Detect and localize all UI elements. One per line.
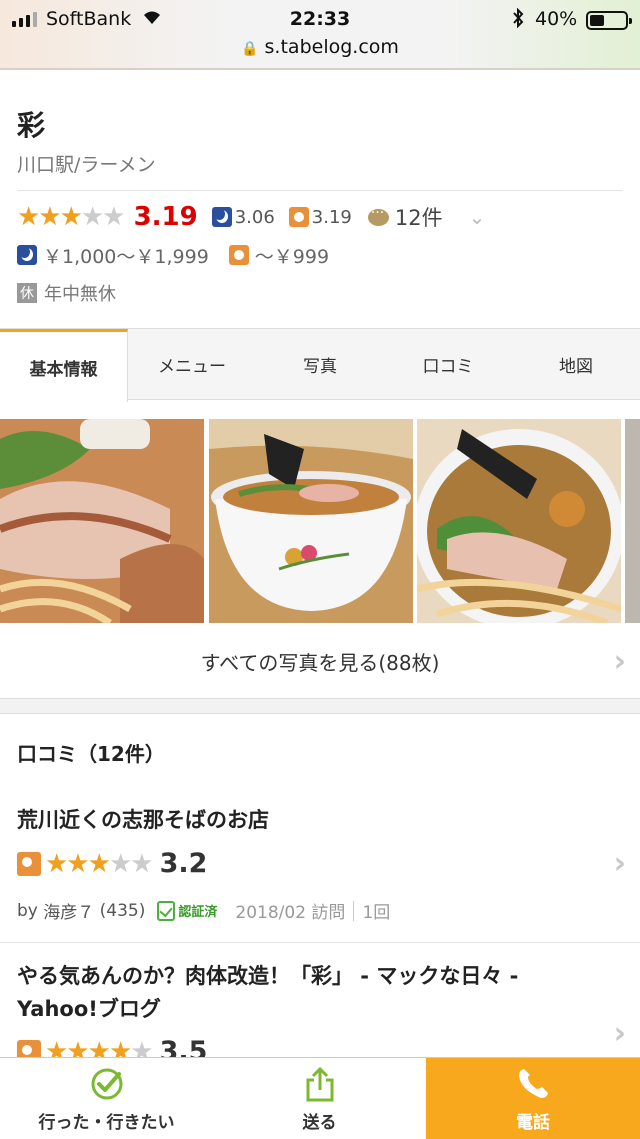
chevron-right-icon: › (613, 643, 626, 679)
tab-basic-info[interactable]: 基本情報 (0, 329, 128, 402)
lunch-sun-icon (17, 851, 41, 876)
review-score: 3.2 (159, 848, 208, 879)
lunch-sun-icon (228, 245, 249, 265)
address-bar[interactable]: 🔒 s.tabelog.com (0, 36, 640, 58)
bottom-action-bar: 行った・行きたい 送る 電話 (0, 1057, 640, 1139)
comment-icon (367, 205, 389, 226)
review-title[interactable]: やる気あんのか？肉体改造！「彩」 - マックな日々 - Yahoo!ブログ (17, 960, 597, 1026)
rating-score: 3.19 (133, 202, 198, 232)
lunch-budget: ～￥999 (254, 245, 330, 268)
status-bar: SoftBank 22:33 40% 🔒 s.tabelog.com (0, 0, 640, 70)
review-title[interactable]: 荒川近くの志那そばのお店 (17, 804, 597, 837)
chevron-right-icon: › (613, 846, 626, 881)
visit-date: 2018/02 訪問 (235, 903, 346, 923)
battery-percent: 40% (535, 8, 578, 30)
tab-map[interactable]: 地図 (512, 329, 640, 399)
ramen-photo[interactable] (417, 419, 621, 623)
tab-menu[interactable]: メニュー (128, 329, 256, 399)
bluetooth-icon (511, 7, 525, 33)
reviewer-name[interactable]: 海彦７ (43, 898, 94, 923)
ramen-photo[interactable] (0, 419, 204, 623)
dinner-moon-icon (17, 245, 37, 265)
review-count: 12件 (394, 206, 443, 230)
ramen-photo[interactable] (209, 419, 413, 623)
lock-icon: 🔒 (241, 41, 259, 57)
phone-icon (519, 1068, 548, 1098)
check-circle-icon (91, 1068, 122, 1099)
holiday-row: 休 年中無休 (17, 280, 116, 306)
went-want-button[interactable]: 行った・行きたい (0, 1058, 213, 1139)
dinner-moon-icon (211, 207, 232, 227)
divider (17, 190, 623, 191)
tab-bar: 基本情報 メニュー 写真 口コミ 地図 (0, 328, 640, 402)
budget-row: ￥1,000～￥1,999 ～￥999 (17, 241, 329, 269)
photo-strip[interactable] (0, 419, 640, 623)
chevron-down-icon[interactable]: ⌄ (469, 205, 486, 229)
visit-count: 1回 (362, 903, 391, 923)
verified-badge: 認証済 (157, 900, 218, 921)
send-label: 送る (302, 1112, 337, 1133)
review-meta: by 海彦７ (435) 認証済 2018/02 訪問 1回 (17, 898, 390, 923)
divider (353, 900, 355, 921)
reviewer-review-count: (435) (99, 900, 146, 921)
dinner-rating: 3.06 (234, 206, 275, 228)
went-want-label: 行った・行きたい (38, 1112, 175, 1133)
see-all-photos-link[interactable]: すべての写真を見る(88枚) › (0, 626, 640, 696)
review-rating: ★★★★★ 3.2 (17, 848, 207, 879)
reviews-heading: 口コミ（12件） (17, 742, 165, 766)
battery-icon (586, 11, 632, 30)
divider (0, 942, 640, 943)
share-icon (306, 1066, 333, 1101)
url-text: s.tabelog.com (264, 36, 399, 58)
dinner-budget: ￥1,000～￥1,999 (43, 245, 209, 268)
tab-reviews[interactable]: 口コミ (384, 329, 512, 399)
ramen-photo[interactable] (625, 419, 640, 623)
shop-name: 彩 (17, 109, 46, 142)
verified-icon (157, 900, 176, 921)
rating-row[interactable]: ★★★★★ 3.19 3.06 3.19 12件 ⌄ (17, 200, 485, 234)
reviewer-prefix: by (17, 900, 38, 921)
call-label: 電話 (516, 1112, 550, 1133)
verified-label: 認証済 (178, 905, 218, 920)
lunch-sun-icon (288, 207, 309, 227)
star-rating-icon: ★★★★★ (45, 848, 154, 879)
holiday-text: 年中無休 (44, 284, 116, 305)
see-all-photos-label: すべての写真を見る(88枚) (200, 650, 440, 675)
chevron-right-icon: › (613, 1016, 626, 1051)
call-button[interactable]: 電話 (426, 1058, 640, 1139)
lunch-rating: 3.19 (311, 206, 352, 228)
send-button[interactable]: 送る (213, 1058, 426, 1139)
section-gap (0, 698, 640, 714)
shop-genre: 川口駅/ラーメン (17, 154, 156, 176)
star-rating-icon: ★★★★★ (17, 202, 126, 232)
holiday-badge: 休 (17, 283, 37, 303)
tab-photos[interactable]: 写真 (256, 329, 384, 399)
